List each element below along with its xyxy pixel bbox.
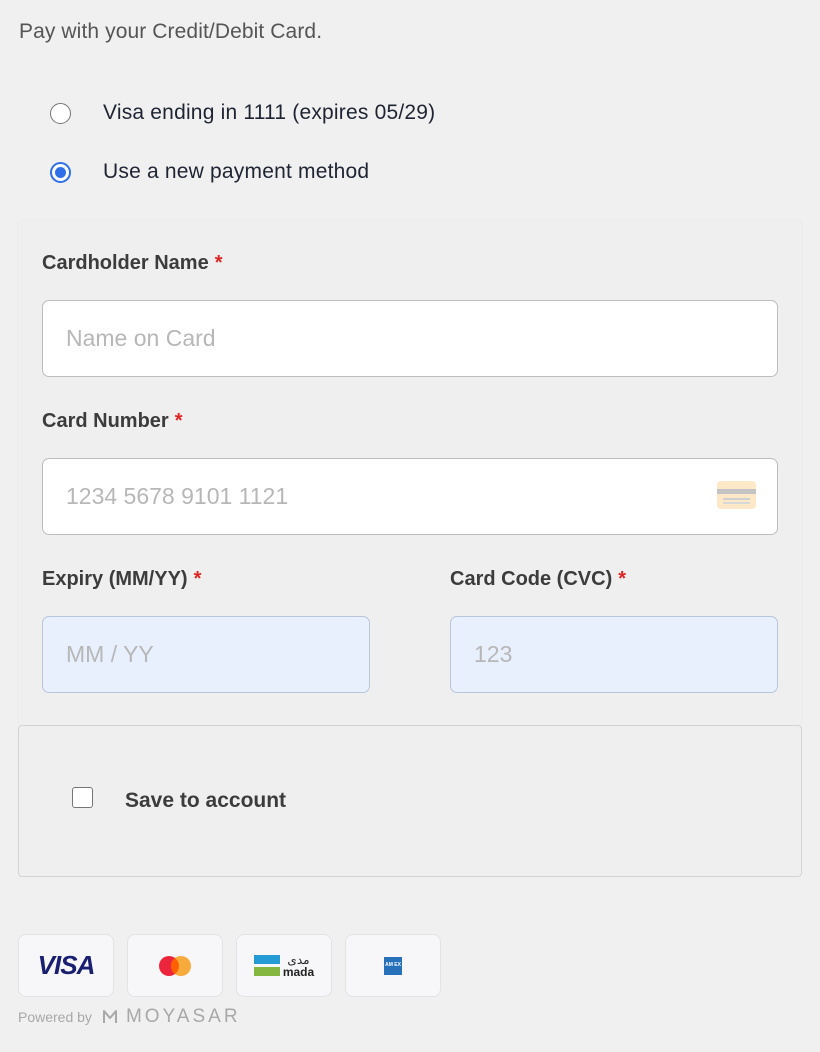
cvc-label: Card Code (CVC) * xyxy=(450,568,626,591)
cardholder-name-label: Cardholder Name * xyxy=(42,252,223,275)
powered-by-footer: Powered by MOYASAR xyxy=(18,1006,241,1028)
mada-logo: مدى mada xyxy=(236,934,332,997)
powered-by-text: Powered by xyxy=(18,1009,92,1025)
payment-intro-text: Pay with your Credit/Debit Card. xyxy=(19,20,323,43)
save-to-account-checkbox[interactable] xyxy=(72,787,93,808)
credit-card-icon xyxy=(717,481,756,509)
visa-logo: VISA xyxy=(18,934,114,997)
saved-card-label[interactable]: Visa ending in 1111 (expires 05/29) xyxy=(103,101,435,125)
mada-english-text: mada xyxy=(282,964,315,979)
cardholder-name-input[interactable] xyxy=(42,300,778,377)
required-mark: * xyxy=(618,568,627,590)
mastercard-logo xyxy=(127,934,223,997)
save-to-account-label[interactable]: Save to account xyxy=(125,789,286,813)
new-payment-method-option[interactable]: Use a new payment method xyxy=(50,160,369,184)
amex-logo: AM EX xyxy=(345,934,441,997)
card-number-input[interactable] xyxy=(42,458,778,535)
saved-card-option[interactable]: Visa ending in 1111 (expires 05/29) xyxy=(50,101,435,125)
card-number-label: Card Number * xyxy=(42,410,183,433)
new-payment-method-label[interactable]: Use a new payment method xyxy=(103,160,369,184)
cvc-input[interactable] xyxy=(450,616,778,693)
mastercard-icon xyxy=(159,955,191,976)
expiry-label: Expiry (MM/YY) * xyxy=(42,568,201,591)
card-number-label-text: Card Number xyxy=(42,410,169,432)
required-mark: * xyxy=(193,568,202,590)
saved-card-radio[interactable] xyxy=(50,102,71,124)
visa-logo-text: VISA xyxy=(37,950,96,980)
amex-logo-text: AM EX xyxy=(384,956,402,975)
mada-bars-icon xyxy=(253,955,280,976)
expiry-label-text: Expiry (MM/YY) xyxy=(42,568,188,590)
cardholder-name-label-text: Cardholder Name xyxy=(42,252,209,274)
mada-arabic-text: مدى xyxy=(287,952,310,967)
required-mark: * xyxy=(174,410,183,432)
expiry-input[interactable] xyxy=(42,616,370,693)
required-mark: * xyxy=(214,252,223,274)
cvc-label-text: Card Code (CVC) xyxy=(450,568,613,590)
new-payment-method-radio[interactable] xyxy=(50,161,71,183)
provider-name: MOYASAR xyxy=(125,1006,241,1027)
moyasar-logo-icon xyxy=(102,1010,117,1023)
